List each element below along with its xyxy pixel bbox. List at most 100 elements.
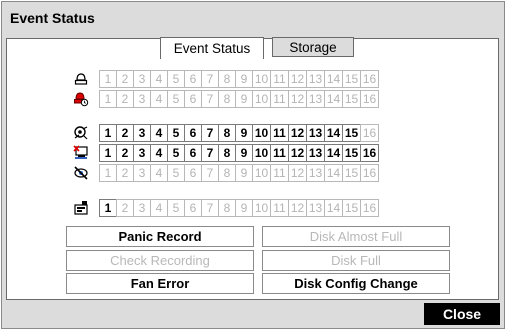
channel-cell: 5	[167, 164, 185, 182]
channel-cell: 3	[133, 70, 151, 88]
channel-cell: 15	[342, 199, 361, 217]
channel-cell: 13	[306, 70, 325, 88]
channel-cell: 2	[116, 144, 134, 162]
alarm-out-row: 1 2 3 4 5 6 7 8 9 10 11 12 13 14 15 16	[99, 90, 379, 108]
channel-cell: 5	[167, 70, 185, 88]
channel-cell: 6	[184, 124, 202, 142]
channel-cell: 7	[201, 144, 219, 162]
channel-cell: 10	[252, 90, 271, 108]
channel-cell: 11	[270, 124, 289, 142]
channel-cell: 5	[167, 90, 185, 108]
channel-cell: 7	[201, 70, 219, 88]
channel-cell: 16	[360, 164, 379, 182]
channel-cell: 7	[201, 124, 219, 142]
channel-cell: 3	[133, 90, 151, 108]
channel-cell: 16	[360, 199, 379, 217]
channel-cell: 9	[235, 164, 253, 182]
channel-cell: 14	[324, 199, 343, 217]
channel-cell: 14	[324, 90, 343, 108]
panic-record-status: Panic Record	[66, 226, 254, 247]
channel-cell: 9	[235, 144, 253, 162]
channel-cell: 8	[218, 199, 236, 217]
alarm-in-row: 1 2 3 4 5 6 7 8 9 10 11 12 13 14 15 16	[99, 70, 379, 88]
channel-cell: 1	[99, 124, 117, 142]
video-loss-icon	[72, 144, 90, 162]
channel-cell: 12	[288, 164, 307, 182]
channel-cell: 14	[324, 144, 343, 162]
channel-cell: 4	[150, 144, 168, 162]
channel-cell: 2	[116, 70, 134, 88]
tab-event-status[interactable]: Event Status	[160, 37, 264, 59]
channel-cell: 5	[167, 199, 185, 217]
channel-cell: 6	[184, 164, 202, 182]
video-loss-row: 1 2 3 4 5 6 7 8 9 10 11 12 13 14 15 16	[99, 144, 379, 162]
dialog-title: Event Status	[10, 10, 95, 26]
channel-cell: 4	[150, 164, 168, 182]
close-button[interactable]: Close	[424, 303, 500, 325]
channel-cell: 7	[201, 164, 219, 182]
channel-cell: 1	[99, 90, 117, 108]
channel-cell: 11	[270, 70, 289, 88]
channel-cell: 8	[218, 124, 236, 142]
channel-cell: 16	[360, 70, 379, 88]
motion-icon	[72, 124, 90, 142]
channel-cell: 5	[167, 124, 185, 142]
text-in-row: 1 2 3 4 5 6 7 8 9 10 11 12 13 14 15 16	[99, 199, 379, 217]
channel-cell: 9	[235, 124, 253, 142]
channel-cell: 4	[150, 124, 168, 142]
channel-cell: 3	[133, 199, 151, 217]
channel-cell: 9	[235, 90, 253, 108]
disk-config-change-status: Disk Config Change	[262, 273, 450, 294]
channel-cell: 14	[324, 70, 343, 88]
channel-cell: 14	[324, 164, 343, 182]
channel-cell: 4	[150, 70, 168, 88]
channel-cell: 5	[167, 144, 185, 162]
channel-cell: 11	[270, 164, 289, 182]
channel-cell: 12	[288, 124, 307, 142]
channel-cell: 12	[288, 144, 307, 162]
channel-cell: 15	[342, 90, 361, 108]
channel-cell: 8	[218, 90, 236, 108]
channel-cell: 7	[201, 90, 219, 108]
channel-cell: 11	[270, 90, 289, 108]
channel-cell: 15	[342, 164, 361, 182]
channel-cell: 10	[252, 124, 271, 142]
tab-storage[interactable]: Storage	[272, 37, 354, 57]
fan-error-status: Fan Error	[66, 273, 254, 294]
disk-full-status: Disk Full	[262, 250, 450, 271]
channel-cell: 8	[218, 144, 236, 162]
disk-almost-full-status: Disk Almost Full	[262, 226, 450, 247]
channel-cell: 4	[150, 199, 168, 217]
alarm-in-icon	[72, 70, 90, 88]
text-in-icon	[72, 199, 90, 217]
channel-cell: 4	[150, 90, 168, 108]
channel-cell: 13	[306, 144, 325, 162]
channel-cell: 3	[133, 124, 151, 142]
channel-cell: 16	[360, 124, 379, 142]
channel-cell: 15	[342, 124, 361, 142]
channel-cell: 6	[184, 90, 202, 108]
channel-cell: 7	[201, 199, 219, 217]
channel-cell: 12	[288, 70, 307, 88]
tampering-icon	[72, 164, 90, 182]
channel-cell: 2	[116, 164, 134, 182]
channel-cell: 2	[116, 124, 134, 142]
tampering-row: 1 2 3 4 5 6 7 8 9 10 11 12 13 14 15 16	[99, 164, 379, 182]
channel-cell: 15	[342, 144, 361, 162]
channel-cell: 2	[116, 90, 134, 108]
channel-cell: 8	[218, 164, 236, 182]
alarm-out-icon	[72, 90, 90, 108]
channel-cell: 10	[252, 70, 271, 88]
channel-cell: 11	[270, 144, 289, 162]
channel-cell: 1	[99, 164, 117, 182]
channel-cell: 13	[306, 90, 325, 108]
channel-cell: 1	[99, 70, 117, 88]
channel-cell: 12	[288, 90, 307, 108]
channel-cell: 8	[218, 70, 236, 88]
channel-cell: 6	[184, 199, 202, 217]
channel-cell: 9	[235, 70, 253, 88]
channel-cell: 12	[288, 199, 307, 217]
channel-cell: 10	[252, 164, 271, 182]
channel-cell: 1	[99, 144, 117, 162]
channel-cell: 6	[184, 70, 202, 88]
